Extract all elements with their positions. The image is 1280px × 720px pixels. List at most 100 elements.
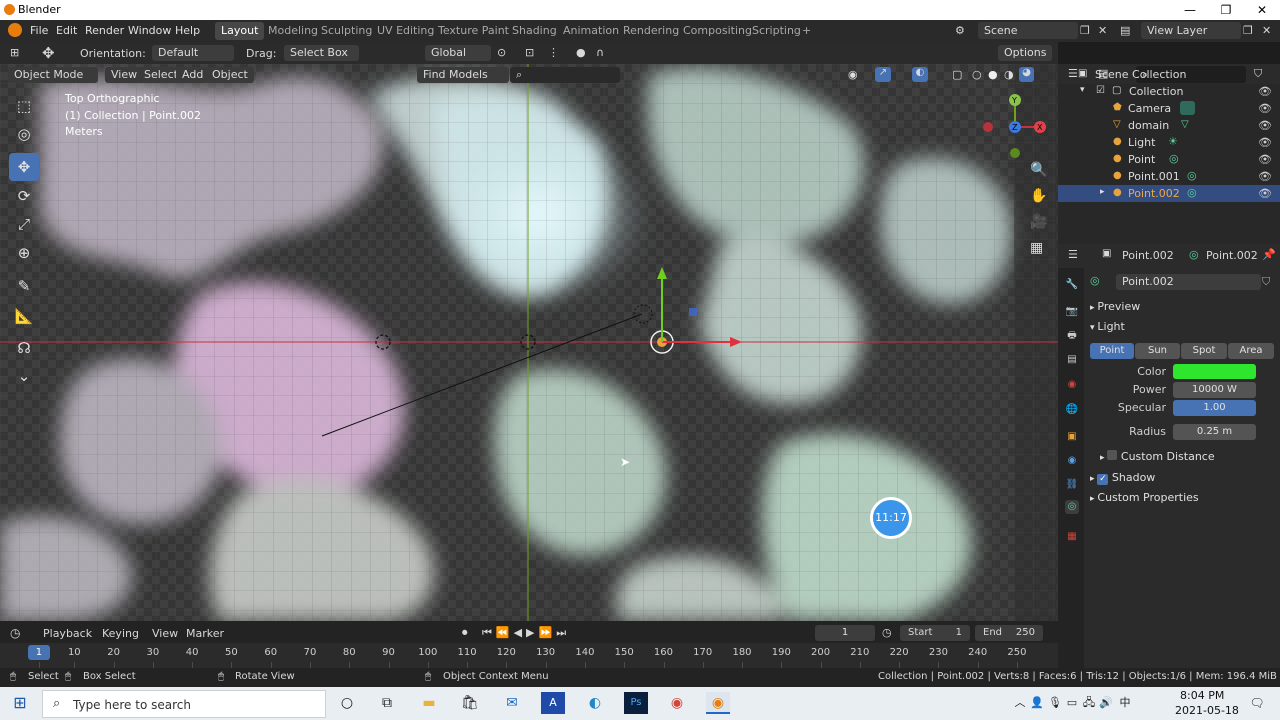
outliner-item-light[interactable]: ● Light ☀ 👁 xyxy=(1058,134,1280,151)
outliner-item-point[interactable]: ● Point ◎ 👁 xyxy=(1058,151,1280,168)
render-tab-icon[interactable]: 📷 xyxy=(1065,305,1079,319)
transform-orientation-dropdown[interactable]: Global xyxy=(425,45,491,61)
close-button[interactable]: ✕ xyxy=(1244,0,1280,20)
drag-dropdown[interactable]: Select Box xyxy=(284,45,359,61)
minimize-button[interactable]: — xyxy=(1172,0,1208,20)
eye-icon[interactable]: 👁 xyxy=(1258,136,1272,149)
preview-range-icon[interactable]: ◷ xyxy=(882,626,892,639)
maximize-button[interactable]: ❐ xyxy=(1208,0,1244,20)
cursor-tool-icon[interactable]: ◎ xyxy=(9,120,39,148)
delete-view-layer-icon[interactable]: ✕ xyxy=(1262,24,1271,37)
custom-properties-section[interactable]: ▸ Custom Properties xyxy=(1090,491,1199,504)
shadow-section[interactable]: ▸ ✓ Shadow xyxy=(1090,471,1155,485)
eye-icon[interactable]: 👁 xyxy=(1258,153,1272,166)
light-section[interactable]: ▾ Light xyxy=(1090,320,1125,333)
solid-shading-icon[interactable]: ● xyxy=(988,68,998,81)
outliner-item-camera[interactable]: ⬟ Camera 👁 xyxy=(1058,100,1280,117)
chrome-icon[interactable]: ◉ xyxy=(665,692,689,714)
zoom-icon[interactable]: 🔍 xyxy=(1030,162,1047,178)
custom-distance-checkbox[interactable] xyxy=(1107,450,1118,460)
annotate-tool-icon[interactable]: ✎ xyxy=(9,272,39,300)
checkbox-icon[interactable]: ☑ xyxy=(1096,85,1105,96)
eye-icon[interactable]: 👁 xyxy=(1258,85,1272,98)
custom-distance-section[interactable]: ▸ Custom Distance xyxy=(1100,450,1215,463)
search-input[interactable]: ⌕ xyxy=(510,67,620,83)
properties-editor-icon[interactable]: ☰ xyxy=(1068,248,1078,261)
proportional-edit-icon[interactable]: ● xyxy=(576,46,586,59)
extra-tool-icon[interactable]: ⌄ xyxy=(9,362,39,390)
grid-view-icon[interactable]: ▦ xyxy=(1030,240,1043,256)
current-frame-field[interactable]: 1 xyxy=(815,625,875,641)
view-layer-tab-icon[interactable]: ▤ xyxy=(1065,353,1079,367)
shadow-checkbox[interactable]: ✓ xyxy=(1097,474,1109,485)
windows-start-icon[interactable]: ⊞ xyxy=(8,692,32,714)
notifications-icon[interactable]: 🗨 xyxy=(1245,692,1269,714)
view-layer-icon[interactable]: ▤ xyxy=(1120,24,1130,37)
outliner-item-point-002[interactable]: ▸ ● Point.002 ◎ 👁 xyxy=(1058,185,1280,202)
datablock-type-icon[interactable]: ◎ xyxy=(1090,274,1100,287)
light-type-spot[interactable]: Spot xyxy=(1181,343,1227,359)
cortana-icon[interactable]: ○ xyxy=(335,692,359,714)
snap-target-icon[interactable]: ⋮ xyxy=(548,46,559,59)
tab-sculpting[interactable]: Sculpting xyxy=(315,22,378,40)
playback-menu[interactable]: Playback xyxy=(43,627,92,640)
start-field[interactable]: Start 1 xyxy=(900,625,970,641)
options-dropdown[interactable]: Options xyxy=(998,45,1052,61)
xray-icon[interactable]: ▢ xyxy=(952,68,962,81)
light-type-sun[interactable]: Sun xyxy=(1135,343,1180,359)
timeline-editor-icon[interactable]: ◷ xyxy=(10,626,20,640)
light-type-area[interactable]: Area xyxy=(1228,343,1274,359)
scene-tab-icon[interactable]: ◉ xyxy=(1065,378,1079,392)
object-menu[interactable]: Object xyxy=(206,67,254,83)
taskbar-search-box[interactable]: ⌕ Type here to search xyxy=(42,690,326,718)
visibility-icon[interactable]: ◉ xyxy=(848,68,858,81)
edge-icon[interactable]: ◐ xyxy=(583,692,607,714)
tab-rendering[interactable]: Rendering xyxy=(617,22,685,40)
app-icon[interactable]: A xyxy=(541,692,565,714)
tab-shading[interactable]: Shading xyxy=(506,22,563,40)
outliner-collection[interactable]: ▾ ☑ ▢ Collection 👁 xyxy=(1058,83,1280,100)
scene-icon[interactable]: ⚙ xyxy=(955,24,965,37)
taskbar-time[interactable]: 8:04 PM xyxy=(1180,689,1224,702)
task-view-icon[interactable]: ⧉ xyxy=(375,692,399,714)
gizmo-toggle-icon[interactable]: ↗ xyxy=(875,67,891,82)
new-view-layer-icon[interactable]: ❐ xyxy=(1243,24,1253,37)
material-shading-icon[interactable]: ◑ xyxy=(1004,68,1014,81)
editor-type-icon[interactable]: ⊞ xyxy=(10,46,19,59)
preview-section[interactable]: ▸ Preview xyxy=(1090,300,1140,313)
menu-help[interactable]: Help xyxy=(175,24,200,37)
texture-tab-icon[interactable]: ▦ xyxy=(1065,530,1079,544)
playback-controls-icon[interactable]: ⏮⏪◀▶⏩⏭ xyxy=(482,626,570,640)
constraints-tab-icon[interactable]: ⛓ xyxy=(1065,478,1079,492)
tab-animation[interactable]: Animation xyxy=(557,22,625,40)
3d-viewport[interactable] xyxy=(0,64,1058,621)
menu-window[interactable]: Window xyxy=(128,24,171,37)
keying-menu[interactable]: Keying xyxy=(102,627,139,640)
rotate-tool-icon[interactable]: ⟳ xyxy=(9,182,39,210)
delete-scene-icon[interactable]: ✕ xyxy=(1098,24,1107,37)
scale-tool-icon[interactable]: ⤢ xyxy=(9,210,39,238)
pivot-icon[interactable]: ⊙ xyxy=(497,46,506,59)
snap-icon[interactable]: ⊡ xyxy=(525,46,534,59)
radius-field[interactable]: 0.25 m xyxy=(1173,424,1256,440)
find-models-dropdown[interactable]: Find Models xyxy=(417,67,509,83)
tab-layout[interactable]: Layout xyxy=(215,22,265,40)
select-box-tool-icon[interactable]: ⬚ xyxy=(9,92,39,120)
navigation-gizmo[interactable]: Y Z X xyxy=(978,90,1050,162)
object-tab-icon[interactable]: ▣ xyxy=(1065,430,1079,444)
mode-dropdown[interactable]: Object Mode xyxy=(8,67,98,83)
falloff-icon[interactable]: ∩ xyxy=(596,46,604,59)
pin-icon[interactable]: 📌 xyxy=(1262,248,1276,261)
orientation-dropdown[interactable]: Default xyxy=(152,45,234,61)
tab-uv-editing[interactable]: UV Editing xyxy=(371,22,440,40)
overlay-toggle-icon[interactable]: ◐ xyxy=(912,67,928,82)
record-icon[interactable]: ⏺ xyxy=(462,626,468,640)
language-icon[interactable]: 中 xyxy=(1113,692,1137,714)
taskbar-date[interactable]: 2021-05-18 xyxy=(1175,704,1239,717)
eye-icon[interactable]: 👁 xyxy=(1258,170,1272,183)
add-cube-tool-icon[interactable]: ☊ xyxy=(9,334,39,362)
light-data-tab-icon[interactable]: ◎ xyxy=(1065,500,1079,514)
expand-icon[interactable]: ▾ xyxy=(1080,85,1085,95)
new-scene-icon[interactable]: ❐ xyxy=(1080,24,1090,37)
view-menu[interactable]: View xyxy=(152,627,178,640)
